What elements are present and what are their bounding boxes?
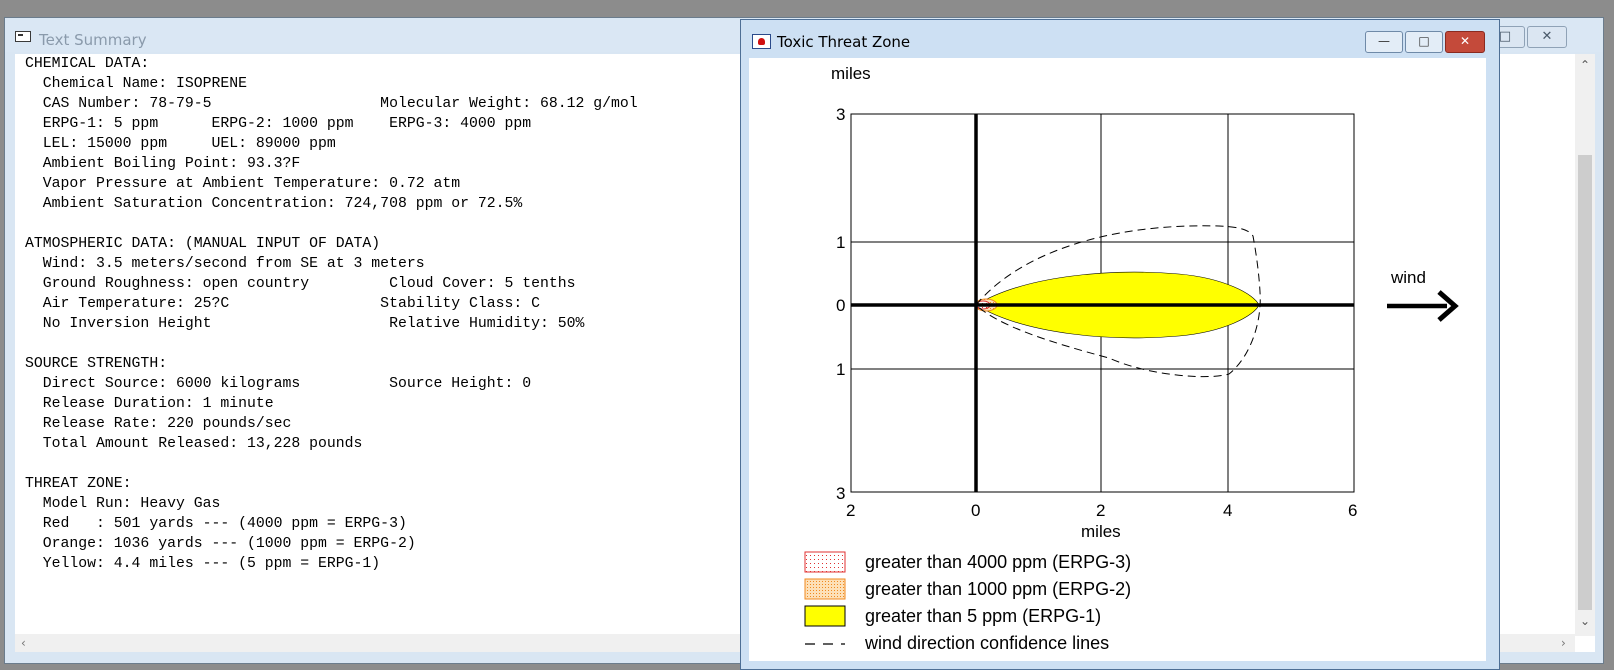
x-axis-unit-label: miles — [1081, 522, 1121, 541]
legend-swatch-erpg2 — [804, 578, 846, 600]
text-summary-title: Text Summary — [39, 31, 147, 49]
y-tick-label: 3 — [836, 484, 845, 503]
minimize-icon: — — [1378, 34, 1390, 48]
legend-label-erpg1: greater than 5 ppm (ERPG-1) — [865, 606, 1101, 626]
text-window-icon — [15, 31, 31, 42]
x-tick-label: 4 — [1223, 501, 1232, 520]
summary-line: Ground Roughness: open country Cloud Cov… — [25, 276, 576, 292]
summary-line: Wind: 3.5 meters/second from SE at 3 met… — [25, 256, 425, 272]
summary-line: SOURCE STRENGTH: — [25, 356, 168, 372]
aloha-app-icon — [752, 34, 771, 49]
x-tick-label: 0 — [971, 501, 980, 520]
summary-line: Release Rate: 220 pounds/sec — [25, 416, 292, 432]
vertical-scrollbar[interactable]: ⌃ ⌄ — [1575, 54, 1595, 636]
restore-icon: □ — [1418, 34, 1430, 48]
maximize-icon: □ — [1498, 29, 1512, 44]
summary-line — [25, 334, 638, 354]
restore-button[interactable]: □ — [1405, 31, 1443, 53]
y-axis-unit-label: miles — [831, 64, 871, 83]
threat-zone-plot-area: miles 3 1 0 1 3 2 0 2 4 6 miles wind gre… — [749, 58, 1486, 661]
legend-swatch-erpg3 — [804, 551, 846, 573]
y-tick-label: 1 — [836, 233, 845, 252]
legend-swatch-erpg1 — [804, 605, 846, 627]
y-tick-label: 3 — [836, 105, 845, 124]
threat-zone-title: Toxic Threat Zone — [777, 33, 911, 51]
scroll-left-icon[interactable]: ‹ — [21, 634, 26, 652]
summary-line — [25, 454, 638, 474]
summary-line: CAS Number: 78-79-5 Molecular Weight: 68… — [25, 96, 638, 112]
summary-line: ERPG-1: 5 ppm ERPG-2: 1000 ppm ERPG-3: 4… — [25, 116, 532, 132]
legend-label-erpg3: greater than 4000 ppm (ERPG-3) — [865, 552, 1131, 572]
summary-line: Yellow: 4.4 miles --- (5 ppm = ERPG-1) — [25, 556, 381, 572]
threat-zone-plot: miles 3 1 0 1 3 2 0 2 4 6 miles wind gre… — [804, 64, 1459, 653]
summary-line: CHEMICAL DATA: — [25, 56, 150, 72]
summary-text: CHEMICAL DATA: Chemical Name: ISOPRENE C… — [25, 54, 638, 574]
summary-line: Direct Source: 6000 kilograms Source Hei… — [25, 376, 532, 392]
summary-line: LEL: 15000 ppm UEL: 89000 ppm — [25, 136, 336, 152]
summary-line: Ambient Boiling Point: 93.3?F — [25, 156, 301, 172]
threat-zone-window[interactable]: Toxic Threat Zone — □ ✕ miles 3 1 0 1 3 … — [740, 19, 1500, 670]
scroll-right-icon[interactable]: › — [1561, 634, 1566, 652]
threat-zone-titlebar[interactable]: Toxic Threat Zone — □ ✕ — [741, 20, 1499, 56]
close-button[interactable]: ✕ — [1527, 26, 1567, 48]
scroll-up-icon[interactable]: ⌃ — [1575, 58, 1595, 72]
summary-line: Release Duration: 1 minute — [25, 396, 274, 412]
summary-line — [25, 214, 638, 234]
x-tick-label: 2 — [846, 501, 855, 520]
summary-line: No Inversion Height Relative Humidity: 5… — [25, 316, 585, 332]
legend-label-confidence-lines: wind direction confidence lines — [864, 633, 1109, 653]
summary-line: Air Temperature: 25?C Stability Class: C — [25, 296, 541, 312]
summary-line: Red : 501 yards --- (4000 ppm = ERPG-3) — [25, 516, 407, 532]
summary-line: Ambient Saturation Concentration: 724,70… — [25, 196, 523, 212]
wind-label: wind — [1390, 268, 1426, 287]
scroll-down-icon[interactable]: ⌄ — [1575, 614, 1595, 628]
minimize-button[interactable]: — — [1365, 31, 1403, 53]
x-tick-label: 2 — [1096, 501, 1105, 520]
y-tick-label: 0 — [836, 296, 845, 315]
close-icon: ✕ — [1541, 29, 1553, 44]
wind-arrow-icon — [1387, 290, 1459, 322]
close-button[interactable]: ✕ — [1445, 31, 1485, 53]
y-tick-label: 1 — [836, 360, 845, 379]
x-tick-label: 6 — [1348, 501, 1357, 520]
summary-line: Orange: 1036 yards --- (1000 ppm = ERPG-… — [25, 536, 416, 552]
summary-line: Model Run: Heavy Gas — [25, 496, 221, 512]
scroll-thumb[interactable] — [1578, 155, 1592, 610]
summary-line: ATMOSPHERIC DATA: (MANUAL INPUT OF DATA) — [25, 236, 381, 252]
summary-line: Chemical Name: ISOPRENE — [25, 76, 247, 92]
legend-label-erpg2: greater than 1000 ppm (ERPG-2) — [865, 579, 1131, 599]
summary-line: Vapor Pressure at Ambient Temperature: 0… — [25, 176, 461, 192]
close-icon: ✕ — [1459, 34, 1471, 48]
summary-line: THREAT ZONE: — [25, 476, 132, 492]
summary-line: Total Amount Released: 13,228 pounds — [25, 436, 363, 452]
